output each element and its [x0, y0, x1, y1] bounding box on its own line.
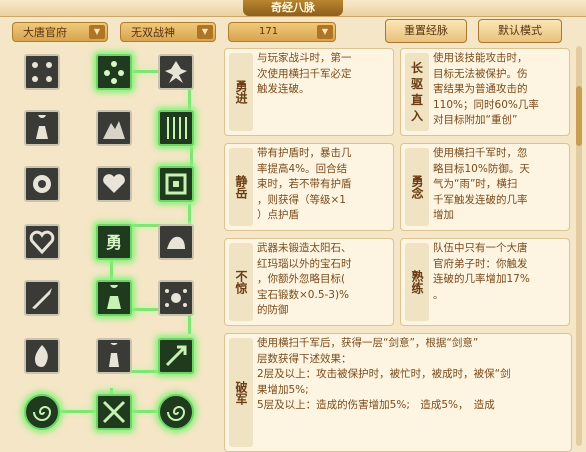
- path-connector: [110, 258, 113, 280]
- skill-node-active[interactable]: [96, 280, 132, 316]
- skill-node-active[interactable]: [96, 394, 132, 430]
- skill-node[interactable]: [158, 224, 194, 260]
- skill-node-active[interactable]: [158, 338, 194, 374]
- points-value: 171: [259, 26, 279, 37]
- skill-card-wide[interactable]: 破军 使用横扫千军后，获得一层“剑意”，根据“剑意” 层数获得下述效果： 2层及以上…: [224, 333, 572, 452]
- skill-name: 不惊: [229, 243, 253, 321]
- skill-node[interactable]: [158, 280, 194, 316]
- tree-icon: [104, 61, 124, 84]
- skill-node[interactable]: [24, 166, 60, 202]
- skill-card[interactable]: 勇进 与玩家战斗时，第一 次使用横扫千军必定 触发连破。: [224, 48, 394, 136]
- swirl-icon: [167, 406, 186, 421]
- skill-description: 带有护盾时，暴击几 率提高4%。回合结 束时，若不带有护盾 ，则获得（等级×1 ）点护盾: [257, 147, 352, 221]
- warrior-standing-icon: [109, 343, 119, 367]
- points-dropdown[interactable]: 171 ▼: [228, 22, 336, 42]
- panel-title: 奇经八脉: [243, 0, 343, 16]
- figure-icon: [36, 115, 48, 139]
- skill-node[interactable]: [24, 338, 60, 374]
- skill-node[interactable]: [24, 280, 60, 316]
- skill-name: 熟练: [405, 243, 429, 321]
- reset-meridian-button[interactable]: 重置经脉: [385, 19, 467, 43]
- skill-card[interactable]: 不惊 武器未锻造太阳石、 红玛瑙以外的宝石时 ，你额外忽略目标(宝石锻数×0.5-3…: [224, 238, 394, 326]
- spear-icon: [165, 345, 187, 367]
- skill-card[interactable]: 长驱直入 使用该技能攻击时， 目标无法被保护。伤 害结果为普通攻击的 110%；同时6…: [400, 48, 570, 136]
- skill-name: 勇进: [229, 53, 253, 131]
- splash-icon: [165, 289, 187, 307]
- default-mode-button[interactable]: 默认模式: [478, 19, 562, 43]
- mode-dropdown[interactable]: 无双战神 ▼: [120, 22, 216, 42]
- sect-dropdown[interactable]: 大唐官府 ▼: [12, 22, 108, 42]
- skill-card[interactable]: 勇念 使用横扫千军时，忽 略目标10%防御。天 气为“雨”时，横扫 千军触发连破的几率…: [400, 143, 570, 231]
- skill-node-active[interactable]: 勇: [96, 224, 132, 260]
- skill-node-active[interactable]: [158, 394, 194, 430]
- grid-dots-icon: [32, 62, 52, 82]
- scrollbar-thumb[interactable]: [576, 86, 582, 146]
- sword-strike-icon: [32, 288, 52, 309]
- skill-node[interactable]: [96, 166, 132, 202]
- chevron-down-icon: ▼: [197, 25, 213, 39]
- flame-icon: [35, 345, 48, 367]
- chevron-down-icon: ▼: [89, 25, 105, 39]
- mountain-icon: [103, 121, 125, 139]
- bamboo-icon: [167, 117, 187, 139]
- path-connector: [188, 204, 191, 224]
- skill-name: 静岳: [229, 148, 253, 226]
- skill-node-active[interactable]: [158, 110, 194, 146]
- skill-node-active[interactable]: [24, 394, 60, 430]
- svg-text:勇: 勇: [106, 233, 122, 252]
- skill-description: 使用横扫千军时，忽 略目标10%防御。天 气为“雨”时，横扫 千军触发连破的几率 增加: [433, 147, 530, 221]
- skill-card[interactable]: 静岳 带有护盾时，暴击几 率提高4%。回合结 束时，若不带有护盾 ，则获得（等级×1）…: [224, 143, 394, 231]
- skill-name: 勇念: [405, 148, 429, 226]
- skill-node[interactable]: [158, 54, 194, 90]
- skill-description: 武器未锻造太阳石、 红玛瑙以外的宝石时 ，你额外忽略目标(宝石锻数×0.5-3)% 的…: [257, 242, 352, 316]
- skill-node[interactable]: [96, 110, 132, 146]
- skill-node[interactable]: [24, 110, 60, 146]
- skill-node-active[interactable]: [158, 166, 194, 202]
- heart-shield-icon: [29, 230, 55, 255]
- skill-node-grid: 勇: [14, 48, 214, 452]
- skill-node-active[interactable]: [96, 54, 132, 90]
- skill-node[interactable]: [24, 224, 60, 260]
- crossed-blades-icon: [102, 400, 126, 424]
- swirl-icon: [33, 406, 52, 421]
- skill-node[interactable]: [24, 54, 60, 90]
- sect-value: 大唐官府: [23, 26, 67, 39]
- skill-node[interactable]: [96, 338, 132, 374]
- rider-icon: [167, 236, 185, 249]
- meridian-panel: 奇经八脉 大唐官府 ▼ 无双战神 ▼ 171 ▼ 重置经脉 默认模式 勇 勇进 …: [0, 0, 586, 452]
- path-connector: [190, 146, 193, 168]
- scrollbar[interactable]: [576, 46, 582, 446]
- fist-icon: [33, 175, 51, 193]
- skill-name: 破军: [229, 338, 253, 447]
- rune-icon: [165, 173, 187, 195]
- heart-icon: [103, 174, 125, 193]
- skill-description: 与玩家战斗时，第一 次使用横扫千军必定 触发连破。: [257, 52, 352, 95]
- general-icon: [107, 285, 121, 309]
- chevron-down-icon: ▼: [317, 25, 333, 39]
- brave-character-icon: 勇: [106, 233, 122, 252]
- skill-card[interactable]: 熟练 队伍中只有一个大唐 官府弟子时：你触发 连破的几率增加17%。: [400, 238, 570, 326]
- skill-name: 长驱直入: [405, 53, 429, 131]
- skill-description: 使用横扫千军后，获得一层“剑意”，根据“剑意” 层数获得下述效果： 2层及以上：攻击…: [257, 337, 511, 411]
- title-bar: 奇经八脉: [0, 0, 586, 17]
- skill-description: 使用该技能攻击时， 目标无法被保护。伤 害结果为普通攻击的 110%；同时60%几率对…: [433, 52, 539, 126]
- warrior-icon: [165, 61, 187, 83]
- skill-description: 队伍中只有一个大唐 官府弟子时：你触发 连破的几率增加17%。: [433, 242, 530, 301]
- mode-value: 无双战神: [131, 26, 175, 39]
